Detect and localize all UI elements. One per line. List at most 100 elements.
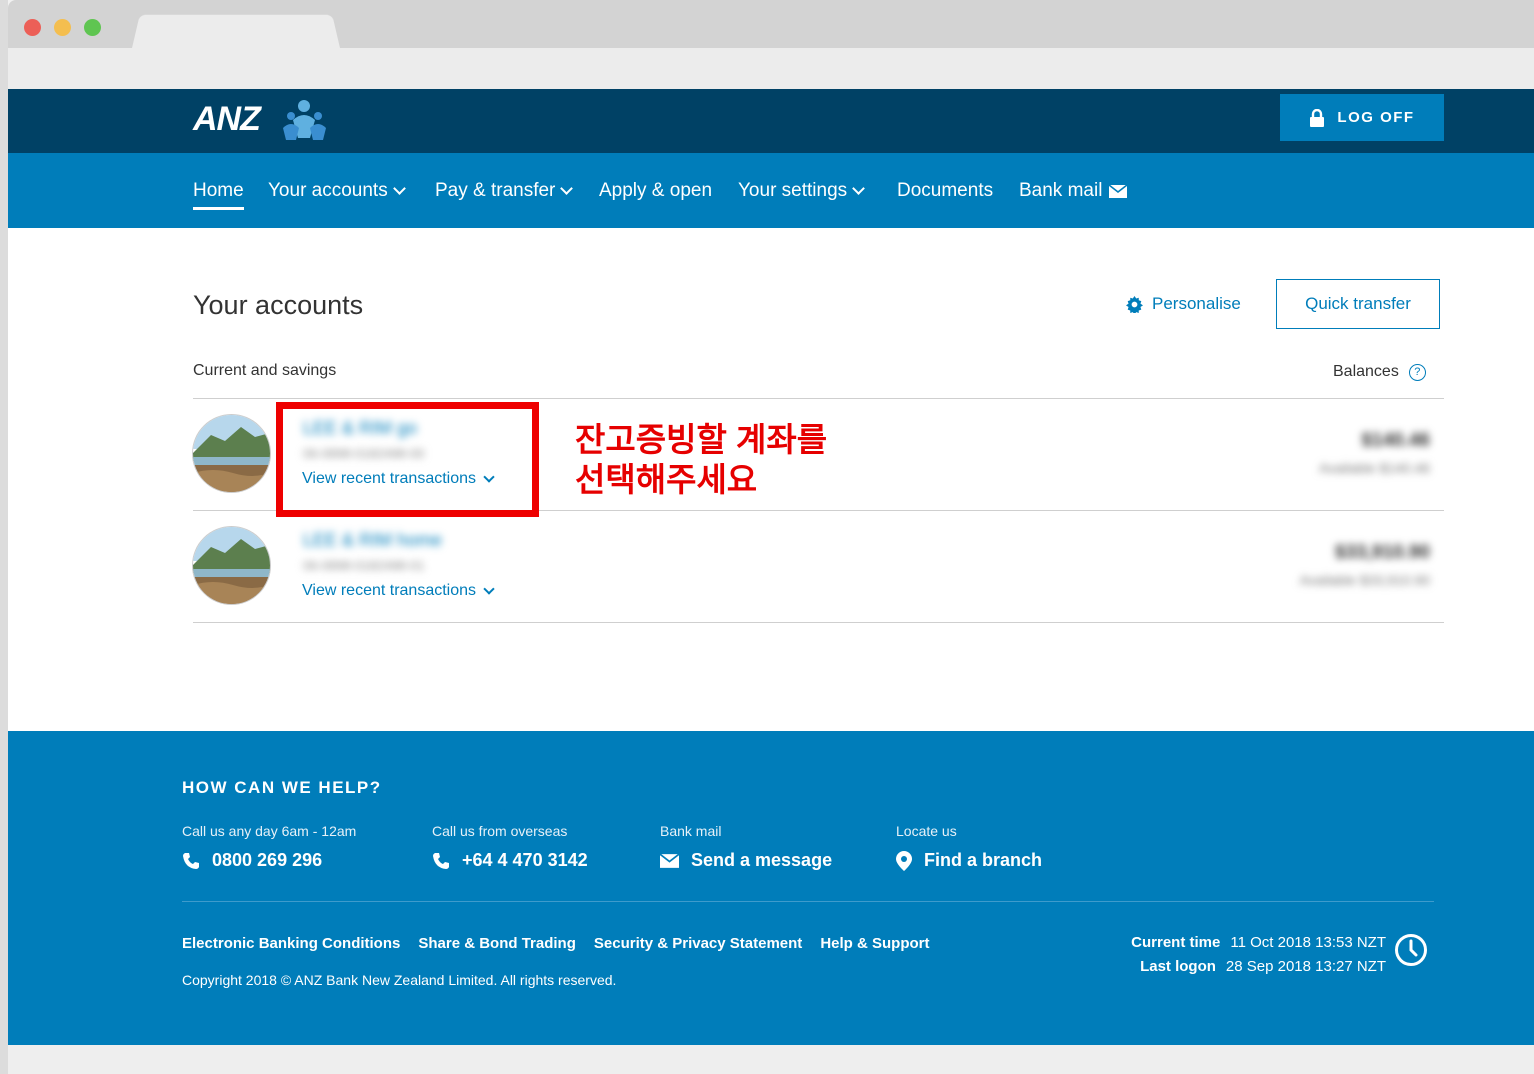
footer-link-help-support[interactable]: Help & Support	[820, 935, 929, 952]
quick-transfer-label: Quick transfer	[1305, 294, 1411, 313]
contact-value: Find a branch	[924, 850, 1043, 870]
copyright: Copyright 2018 © ANZ Bank New Zealand Li…	[182, 972, 617, 988]
phone-icon	[433, 852, 449, 869]
help-icon[interactable]: ?	[1408, 363, 1426, 381]
current-time-value: 11 Oct 2018 13:53 NZT	[1230, 934, 1386, 951]
balances-label: Balances	[1333, 363, 1399, 380]
nav-documents-label: Documents	[897, 180, 994, 201]
personalise-link[interactable]: Personalise	[1126, 294, 1241, 314]
envelope-icon	[660, 853, 679, 868]
footer-link-banking-conditions[interactable]: Electronic Banking Conditions	[182, 935, 400, 952]
personalise-label: Personalise	[1152, 294, 1241, 313]
nav-pay-transfer-label: Pay & transfer	[435, 180, 556, 201]
account-avatar	[193, 527, 270, 604]
callout-line: 선택해주세요	[575, 461, 758, 498]
contact-overseas: Call us from overseas +64 4 470 3142	[432, 823, 588, 871]
nav-your-accounts[interactable]: Your accounts	[268, 180, 406, 202]
nav-pay-transfer[interactable]: Pay & transfer	[435, 180, 574, 202]
beach-image-icon	[193, 527, 270, 604]
annotation-callout: 잔고증빙할 계좌를 선택해주세요	[575, 420, 827, 500]
phone-link[interactable]: 0800 269 296	[182, 850, 356, 871]
envelope-icon	[1109, 184, 1128, 198]
footer: HOW CAN WE HELP? Call us any day 6am - 1…	[8, 731, 1534, 1045]
contact-value: Send a message	[691, 850, 833, 870]
current-time-label: Current time	[1131, 934, 1221, 951]
available-balance: Available $33,910.90	[1299, 572, 1430, 588]
find-branch-link[interactable]: Find a branch	[896, 850, 1042, 871]
gear-icon	[1126, 295, 1143, 313]
chevron-down-icon	[483, 582, 495, 595]
nav-home[interactable]: Home	[193, 180, 244, 210]
account-avatar	[193, 415, 270, 492]
contact-label: Call us any day 6am - 12am	[182, 823, 357, 839]
anz-logo[interactable]: ANZ	[193, 98, 333, 144]
callout-line: 잔고증빙할 계좌를	[575, 421, 828, 458]
page-title: Your accounts	[193, 290, 364, 320]
browser-titlebar	[8, 0, 1534, 49]
quick-transfer-button[interactable]: Quick transfer	[1276, 279, 1440, 329]
contact-label: Bank mail	[660, 823, 722, 839]
contact-value: +64 4 470 3142	[462, 850, 588, 870]
available-balance: Available $140.46	[1318, 460, 1430, 476]
last-logon-line: Last logon 28 Sep 2018 13:27 NZT	[1131, 955, 1386, 979]
account-number: 06-0898-0182498-01	[303, 558, 425, 573]
last-logon-value: 28 Sep 2018 13:27 NZT	[1225, 958, 1386, 975]
section-heading: Current and savings	[193, 362, 337, 379]
footer-link-security-privacy[interactable]: Security & Privacy Statement	[594, 935, 802, 952]
maximize-window-dot[interactable]	[84, 19, 101, 36]
divider	[193, 622, 1444, 623]
footer-link-share-bond[interactable]: Share & Bond Trading	[418, 935, 576, 952]
account-row[interactable]: LEE & RIM home 06-0898-0182498-01 View r…	[193, 510, 1444, 621]
nav-apply-open[interactable]: Apply & open	[599, 180, 712, 202]
beach-image-icon	[193, 415, 270, 492]
overseas-phone-link[interactable]: +64 4 470 3142	[432, 850, 588, 871]
view-recent-transactions-link[interactable]: View recent transactions	[302, 582, 495, 600]
main-nav: Home Your accounts Pay & transfer Apply …	[8, 153, 1534, 228]
browser-window: ANZ LOG OFF Home Your accounts Pay & tra…	[8, 0, 1534, 1074]
top-header: ANZ LOG OFF	[8, 89, 1534, 153]
send-message-link[interactable]: Send a message	[660, 850, 832, 871]
session-times: Current time 11 Oct 2018 13:53 NZT Last l…	[1131, 931, 1386, 979]
account-name[interactable]: LEE & RIM home	[303, 530, 442, 551]
chevron-down-icon	[852, 182, 866, 195]
footer-title: HOW CAN WE HELP?	[182, 778, 382, 797]
balances-header: Balances ?	[1333, 363, 1426, 381]
nav-bank-mail-label: Bank mail	[1019, 180, 1103, 201]
nav-bank-mail[interactable]: Bank mail	[1019, 180, 1128, 202]
contact-label: Locate us	[896, 823, 957, 839]
close-window-dot[interactable]	[24, 19, 41, 36]
contact-phone: Call us any day 6am - 12am 0800 269 296	[182, 823, 356, 871]
footer-divider	[182, 901, 1434, 902]
account-balance: $33,910.90	[1334, 542, 1430, 563]
browser-tab[interactable]	[131, 14, 341, 49]
view-recent-transactions-label: View recent transactions	[302, 582, 477, 599]
contact-label: Call us from overseas	[432, 823, 568, 839]
minimize-window-dot[interactable]	[54, 19, 71, 36]
nav-home-label: Home	[193, 180, 244, 201]
clock-icon	[1395, 934, 1427, 966]
logo-people-icon	[283, 100, 326, 140]
nav-documents[interactable]: Documents	[897, 180, 993, 202]
last-logon-label: Last logon	[1140, 958, 1216, 975]
phone-icon	[183, 852, 199, 869]
current-time-line: Current time 11 Oct 2018 13:53 NZT	[1131, 931, 1386, 955]
footer-links: Electronic Banking Conditions Share & Bo…	[182, 935, 929, 952]
logo-text: ANZ	[193, 100, 261, 138]
log-off-button[interactable]: LOG OFF	[1280, 94, 1444, 141]
contact-bank-mail: Bank mail Send a message	[660, 823, 832, 871]
highlight-box	[276, 402, 539, 517]
nav-your-settings-label: Your settings	[738, 180, 848, 201]
log-off-label: LOG OFF	[1337, 109, 1415, 126]
nav-your-settings[interactable]: Your settings	[738, 180, 866, 202]
browser-toolbar	[8, 48, 1534, 89]
nav-apply-open-label: Apply & open	[599, 180, 713, 201]
contact-value: 0800 269 296	[212, 850, 323, 870]
contact-locate: Locate us Find a branch	[896, 823, 1042, 871]
lock-icon	[1310, 108, 1325, 127]
chevron-down-icon	[392, 182, 406, 195]
account-balance: $140.46	[1361, 430, 1430, 451]
map-pin-icon	[896, 850, 912, 871]
chevron-down-icon	[560, 182, 574, 195]
nav-your-accounts-label: Your accounts	[268, 180, 388, 201]
browser-bottom	[8, 1045, 1534, 1074]
